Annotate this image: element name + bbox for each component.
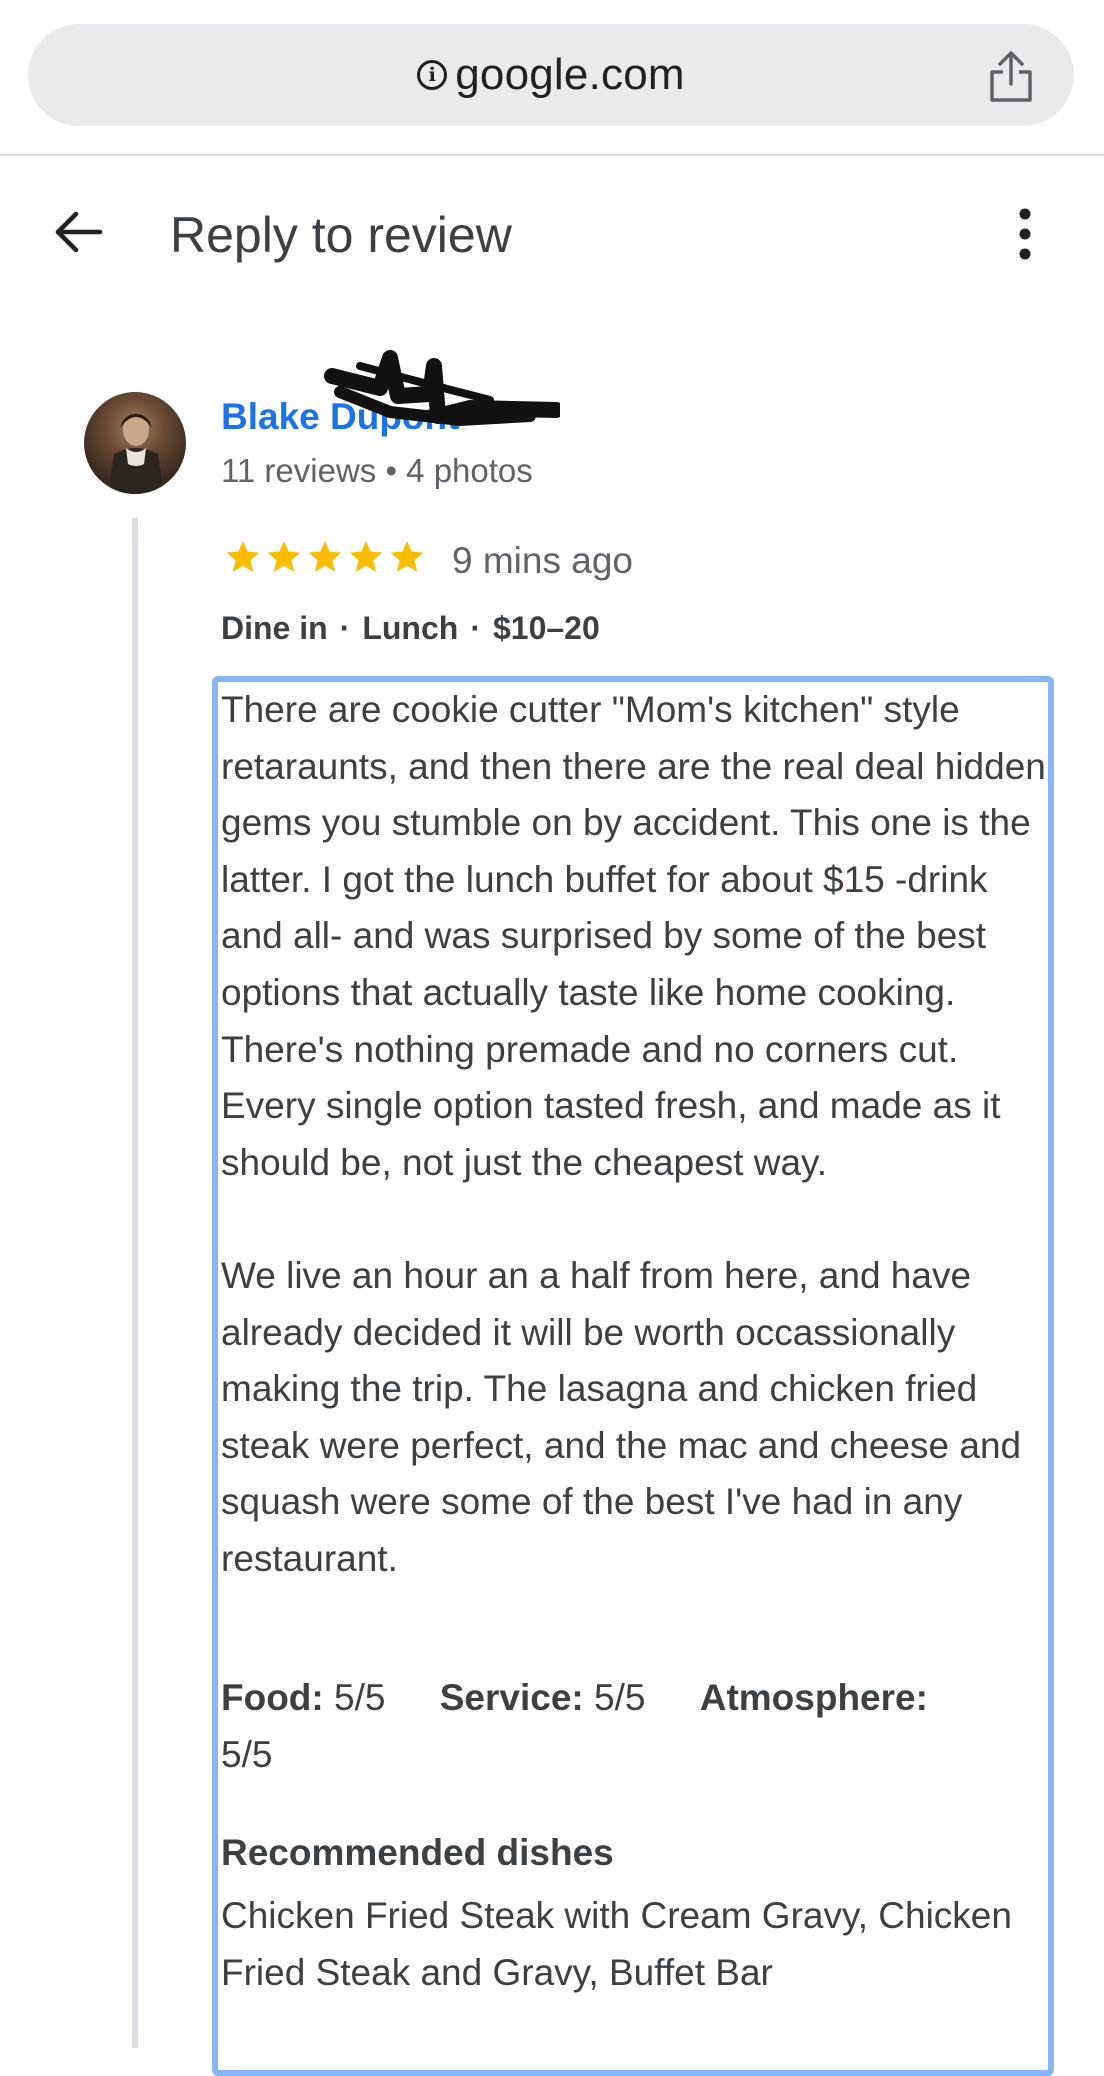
page-title: Reply to review [170, 207, 512, 263]
thread-line [132, 518, 138, 2048]
url-display[interactable]: i google.com [28, 24, 1074, 126]
star-icon [349, 540, 383, 572]
star-icon [226, 540, 260, 572]
star-icon [390, 540, 424, 572]
rating-service: Service: 5/5 [439, 1677, 646, 1718]
avatar-image [108, 414, 164, 494]
star-rating [224, 538, 426, 576]
recommended-dishes: Chicken Fried Steak with Cream Gravy, Ch… [221, 1895, 1012, 1993]
separator: · [470, 610, 481, 646]
visit-details: Dine in · Lunch · $10–20 [221, 610, 600, 647]
star-icon [267, 540, 301, 572]
share-icon[interactable] [986, 50, 1036, 104]
sub-ratings: Food: 5/5 Service: 5/5 Atmosphere: 5/5 [221, 1670, 1041, 1783]
arrow-left-icon[interactable] [52, 210, 104, 254]
rating-food: Food: 5/5 [221, 1677, 386, 1718]
review-time: 9 mins ago [452, 540, 633, 581]
meal-type: Lunch [362, 610, 459, 646]
url-text[interactable]: google.com [455, 50, 684, 100]
address-bar[interactable]: i google.com [28, 24, 1074, 126]
app-header: Reply to review [0, 156, 1104, 316]
recommended-title: Recommended dishes [221, 1832, 614, 1873]
separator: · [339, 610, 351, 646]
price-range: $10–20 [492, 610, 600, 646]
browser-toolbar: i google.com [0, 0, 1104, 156]
redaction-scribble [324, 350, 560, 427]
star-icon [308, 540, 342, 572]
avatar[interactable] [84, 392, 186, 494]
dine-mode: Dine in [221, 610, 328, 646]
more-vert-icon[interactable] [1010, 208, 1040, 260]
info-icon[interactable]: i [417, 60, 448, 90]
review-text: There are cookie cutter "Mom's kitchen" … [221, 689, 1046, 1579]
reviewer-stats: 11 reviews • 4 photos [221, 452, 533, 489]
